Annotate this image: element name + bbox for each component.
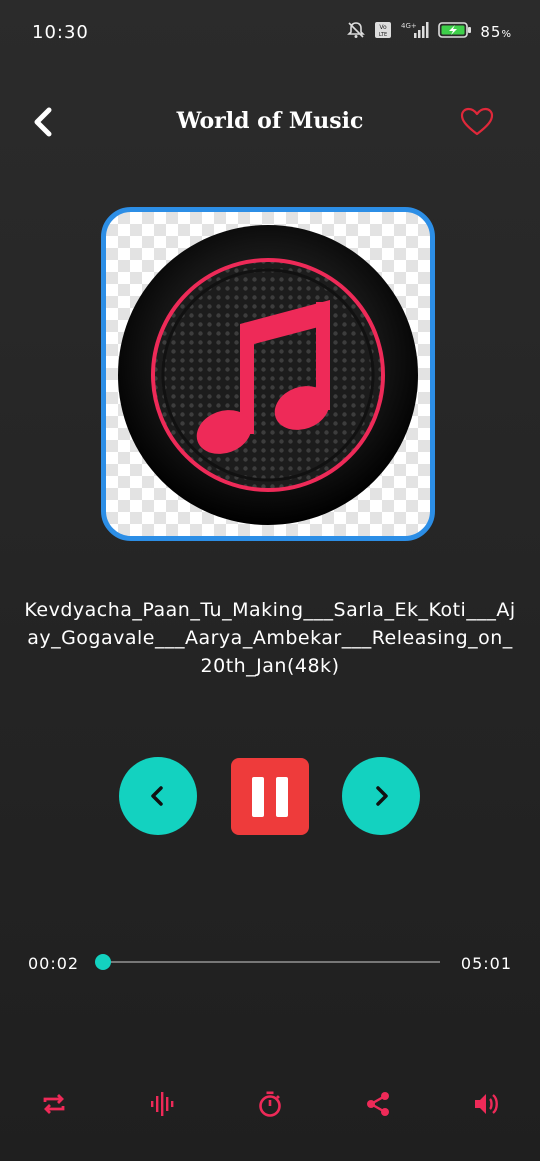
playback-controls [0, 757, 540, 837]
volume-icon [475, 1094, 498, 1114]
progress-row: 00:02 05:01 [0, 950, 540, 980]
battery-charging-icon [438, 21, 472, 43]
favorite-button[interactable] [460, 106, 494, 138]
heart-outline-icon [460, 107, 494, 136]
chevron-left-icon [151, 786, 163, 806]
seek-bar[interactable] [95, 954, 440, 970]
share-button[interactable] [358, 1084, 398, 1124]
mute-icon [346, 20, 366, 44]
timer-icon [259, 1091, 281, 1117]
volte-icon: Vo LTE [374, 21, 392, 43]
pause-icon [252, 776, 264, 817]
pause-button[interactable] [231, 758, 309, 835]
music-note-icon [118, 225, 418, 525]
equalizer-button[interactable] [142, 1084, 182, 1124]
status-bar: 10:30 Vo LTE 4G+ 85% [0, 0, 540, 64]
repeat-button[interactable] [34, 1084, 74, 1124]
app-header: World of Music [0, 92, 540, 152]
share-icon [367, 1092, 389, 1116]
total-duration: 05:01 [460, 954, 512, 973]
seek-thumb[interactable] [95, 954, 112, 970]
page-title: World of Music [176, 108, 364, 134]
bottom-toolbar [0, 1084, 540, 1124]
volume-button[interactable] [466, 1084, 506, 1124]
sleep-timer-button[interactable] [250, 1084, 290, 1124]
song-title: Kevdyacha_Paan_Tu_Making___Sarla_Ek_Koti… [24, 599, 516, 677]
svg-text:LTE: LTE [379, 32, 387, 38]
svg-text:Vo: Vo [380, 24, 388, 31]
album-art [101, 207, 435, 541]
elapsed-time: 00:02 [28, 954, 80, 973]
clock: 10:30 [32, 22, 89, 43]
signal-icon: 4G+ [400, 20, 430, 44]
chevron-right-icon [376, 786, 388, 806]
repeat-icon [43, 1094, 65, 1114]
previous-button[interactable] [119, 757, 197, 835]
status-icons: Vo LTE 4G+ 85% [346, 20, 512, 44]
equalizer-icon [151, 1092, 174, 1116]
network-type: 4G+ [401, 22, 417, 30]
battery-level: 85% [480, 23, 512, 41]
pause-icon-bar [276, 776, 288, 817]
next-button[interactable] [342, 757, 420, 835]
